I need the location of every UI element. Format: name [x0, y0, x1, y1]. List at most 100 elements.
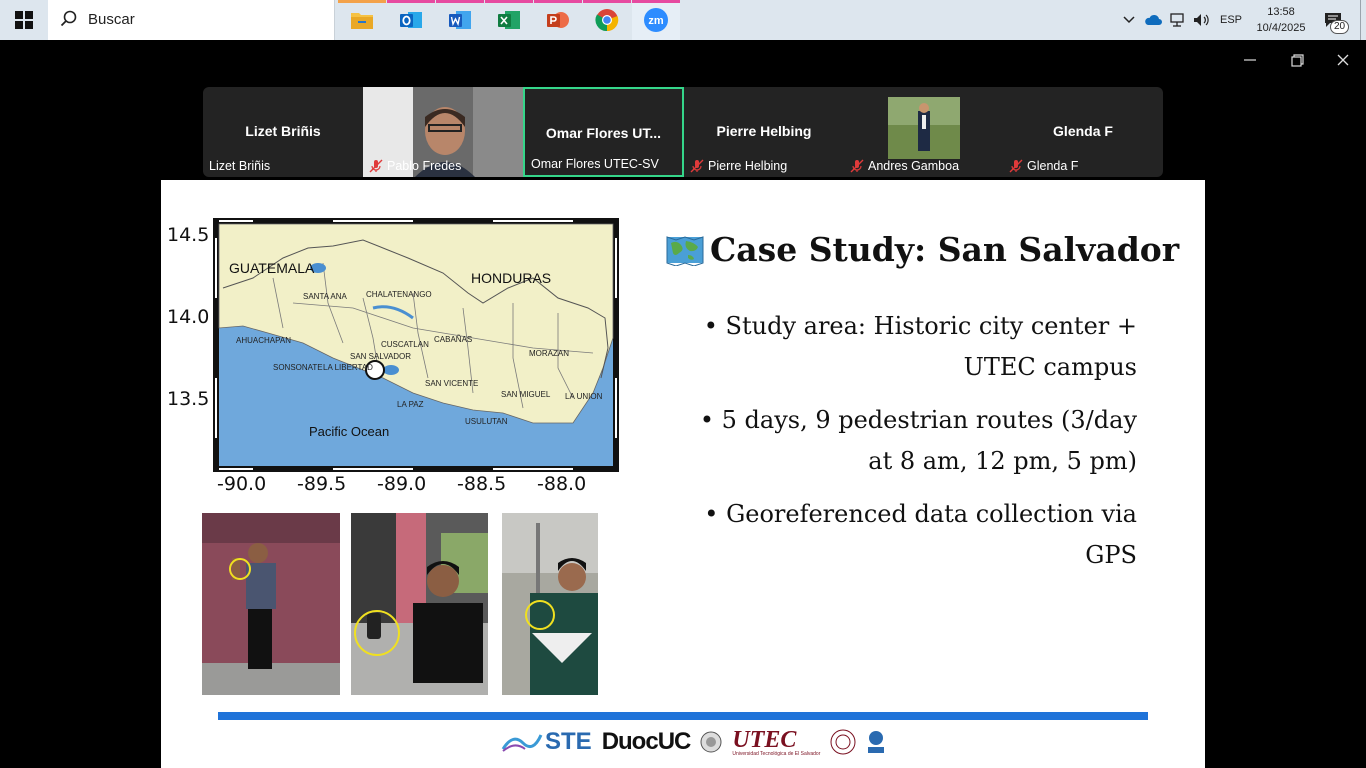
taskbar-app-excel[interactable] — [485, 0, 533, 40]
svg-text:zm: zm — [648, 15, 664, 27]
clock[interactable]: 13:58 10/4/2025 — [1248, 4, 1314, 36]
taskbar-app-zoom[interactable]: zm — [632, 0, 680, 40]
minimize-button[interactable] — [1230, 48, 1270, 72]
participant-tile[interactable]: Andres Gamboa — [844, 87, 1004, 177]
running-indicator — [583, 0, 631, 3]
network-icon — [1170, 13, 1184, 27]
participant-display-name: Lizet Briñis — [245, 123, 321, 139]
running-indicator — [485, 0, 533, 3]
participant-tile[interactable]: Glenda F Glenda F — [1003, 87, 1163, 177]
running-indicator — [534, 0, 582, 3]
participant-label: Andres Gamboa — [850, 159, 959, 173]
map-x-tick: -88.0 — [537, 473, 587, 495]
field-photo — [502, 513, 598, 695]
footer-divider — [218, 712, 1148, 720]
map-label-department: LA PAZ — [397, 400, 424, 409]
participant-name: Lizet Briñis — [209, 159, 271, 173]
bullet-text: 5 days, 9 pedestrian routes (3/day at 8 … — [721, 406, 1137, 475]
participant-display-name: Omar Flores UT... — [545, 125, 662, 141]
mic-muted-icon — [850, 159, 864, 173]
utec-logo-text: UTEC — [732, 726, 797, 753]
running-indicator — [436, 0, 484, 3]
participant-label: Pierre Helbing — [690, 159, 787, 173]
outlook-icon — [400, 12, 422, 28]
running-indicator — [338, 0, 386, 3]
slide-bullet: • 5 days, 9 pedestrian routes (3/day at … — [677, 400, 1137, 482]
taskbar-app-outlook[interactable] — [387, 0, 435, 40]
taskbar-app-file-explorer[interactable] — [338, 0, 386, 40]
ste-logo-text: STE — [545, 728, 592, 755]
taskbar-search[interactable]: Buscar — [48, 0, 335, 40]
map-x-tick: -89.0 — [377, 473, 427, 495]
folder-icon — [351, 13, 373, 29]
bullet-dot: • — [699, 406, 722, 434]
map-label-department: USULUTAN — [465, 417, 508, 426]
participant-video — [888, 97, 960, 159]
word-icon — [449, 11, 471, 29]
start-button[interactable] — [0, 0, 48, 40]
participant-strip: Lizet Briñis Lizet Briñis Pablo Fredes O… — [203, 87, 1163, 177]
field-photo — [351, 513, 488, 695]
language-indicator[interactable]: ESP — [1216, 0, 1246, 40]
map-label-country: HONDURAS — [471, 270, 552, 286]
utec-logo: UTEC Universidad Tecnológica de El Salva… — [732, 728, 820, 757]
bullet-dot: • — [704, 500, 727, 528]
slide-title: Case Study: San Salvador — [710, 230, 1180, 269]
windows-icon — [15, 11, 33, 29]
bullet-text: Georeferenced data collection via GPS — [726, 500, 1137, 569]
partner-logo-icon — [868, 731, 885, 753]
participant-name: Pablo Fredes — [387, 159, 462, 173]
mic-muted-icon — [1009, 159, 1023, 173]
restore-button[interactable] — [1277, 48, 1317, 72]
volume-tray[interactable] — [1190, 0, 1212, 40]
zoom-icon: zm — [644, 8, 668, 32]
participant-tile[interactable]: Lizet Briñis Lizet Briñis — [203, 87, 363, 177]
map-label-ocean: Pacific Ocean — [309, 424, 390, 439]
seal-icon — [700, 731, 722, 753]
map-label-department: LA UNION — [565, 392, 603, 401]
slide-bullet: • Georeferenced data collection via GPS — [677, 494, 1137, 576]
slide-bullet: • Study area: Historic city center + UTE… — [677, 306, 1137, 388]
taskbar-app-word[interactable] — [436, 0, 484, 40]
taskbar-app-chrome[interactable] — [583, 0, 631, 40]
search-icon — [60, 10, 77, 27]
participant-name: Pierre Helbing — [708, 159, 788, 173]
slide-title-row: Case Study: San Salvador — [666, 230, 1179, 269]
show-desktop-button[interactable] — [1360, 0, 1366, 40]
map-label-department: SANTA ANA — [303, 292, 347, 301]
map-label-department: CABAÑAS — [434, 335, 473, 344]
ste-wave-icon — [501, 734, 543, 752]
participant-name: Andres Gamboa — [868, 159, 960, 173]
map-label-department: MORAZAN — [529, 349, 569, 358]
participant-label: Pablo Fredes — [369, 159, 461, 173]
participant-tile[interactable]: Pablo Fredes — [363, 87, 523, 177]
chrome-icon — [595, 9, 619, 32]
running-indicator — [632, 0, 680, 3]
map-label-department: SONSONATE — [273, 363, 323, 372]
participant-tile[interactable]: Pierre Helbing Pierre Helbing — [684, 87, 844, 177]
clock-date: 10/4/2025 — [1256, 22, 1306, 34]
powerpoint-icon — [547, 12, 569, 28]
map-y-tick: 13.5 — [167, 388, 210, 410]
taskbar-app-powerpoint[interactable] — [534, 0, 582, 40]
participant-name: Omar Flores UTEC-SV — [531, 157, 659, 171]
map-y-tick: 14.0 — [167, 306, 210, 328]
onedrive-tray[interactable] — [1142, 0, 1164, 40]
notification-count-badge: 20 — [1330, 20, 1350, 34]
bullet-text: Study area: Historic city center + UTEC … — [725, 312, 1137, 381]
network-tray[interactable] — [1166, 0, 1188, 40]
bullet-dot: • — [703, 312, 726, 340]
close-button[interactable] — [1323, 48, 1363, 72]
footer-logos: STE DuocUC UTEC Universidad Tecnológica … — [501, 726, 886, 758]
running-indicator — [387, 0, 435, 3]
map-x-tick: -90.0 — [217, 473, 267, 495]
participant-tile-active-speaker[interactable]: Omar Flores UT... Omar Flores UTEC-SV — [523, 87, 684, 177]
map-label-department: CHALATENANGO — [366, 290, 432, 299]
map-y-tick: 14.5 — [167, 224, 210, 246]
shared-screen-slide: 14.5 14.0 13.5 GUATEMALA HONDURAS Pacifi… — [161, 180, 1205, 768]
search-input[interactable]: Buscar — [88, 11, 135, 28]
participant-display-name: Glenda F — [1053, 123, 1113, 139]
excel-icon — [498, 11, 520, 29]
map-label-department: LA LIBERTAD — [323, 363, 373, 372]
show-hidden-icons-button[interactable] — [1118, 0, 1140, 40]
